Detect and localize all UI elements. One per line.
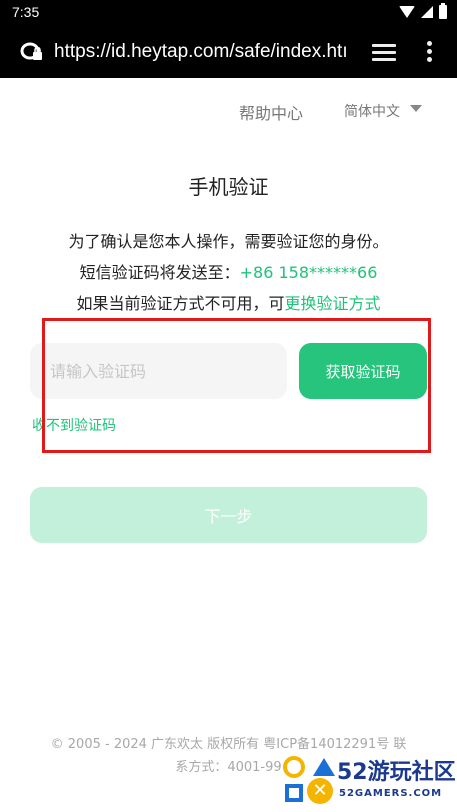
overflow-menu-icon[interactable] — [426, 41, 432, 63]
sms-send-prefix: 短信验证码将发送至： — [79, 263, 240, 282]
battery-icon — [439, 3, 447, 19]
circle-shape-icon — [283, 756, 305, 778]
status-icons — [399, 3, 447, 19]
status-time: 7:35 — [12, 4, 40, 20]
cross-shape-icon: ✕ — [307, 778, 333, 804]
browser-url-bar: https://id.heytap.com/safe/index.htı — [0, 26, 457, 78]
watermark-title: 52游玩社区 — [337, 760, 456, 785]
watermark-logo: ✕ 52游玩社区 52GAMERS.COM — [281, 752, 456, 808]
tabs-icon[interactable] — [372, 42, 396, 62]
triangle-shape-icon — [313, 758, 335, 776]
footer-copyright: © 2005 - 2024 广东欢太 版权所有 粤ICP备14012291号 联 — [50, 737, 407, 752]
language-label: 简体中文 — [344, 104, 400, 120]
status-bar: 7:35 — [0, 0, 457, 26]
phone-number: +86 158******66 — [239, 263, 378, 282]
site-info-icon[interactable] — [20, 41, 44, 63]
watermark-subtitle: 52GAMERS.COM — [339, 788, 443, 799]
help-center-link[interactable]: 帮助中心 — [239, 100, 303, 124]
signal-icon — [421, 6, 433, 18]
verify-description: 为了确认是您本人操作，需要验证您的身份。 — [68, 232, 389, 251]
highlight-annotation-box — [42, 318, 431, 453]
url-text[interactable]: https://id.heytap.com/safe/index.htı — [54, 41, 352, 63]
change-method-link[interactable]: 更换验证方式 — [285, 294, 381, 313]
language-select[interactable]: 简体中文 — [344, 101, 422, 121]
next-button[interactable]: 下一步 — [30, 487, 427, 543]
chevron-down-icon — [410, 104, 422, 112]
square-shape-icon — [285, 784, 303, 802]
page-title: 手机验证 — [188, 175, 269, 199]
sms-send-info: 短信验证码将发送至：+86 158******66 — [0, 259, 457, 283]
change-method-info: 如果当前验证方式不可用，可更换验证方式 — [0, 290, 457, 314]
change-method-prefix: 如果当前验证方式不可用，可 — [76, 294, 285, 313]
wifi-icon — [399, 6, 415, 18]
